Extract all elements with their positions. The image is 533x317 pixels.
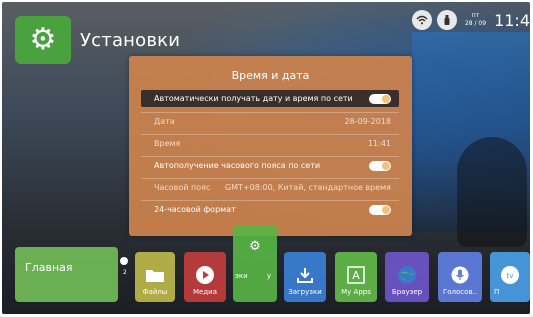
media-tile[interactable]: Медиа bbox=[184, 252, 226, 302]
time-value: 11:41 bbox=[367, 139, 391, 148]
my-apps-tile[interactable]: A My Apps bbox=[335, 252, 377, 302]
dialog-title: Время и дата bbox=[231, 69, 310, 82]
tv-screen: ⚙ Установки пт 28 / 09 11:4 Время и дата… bbox=[2, 2, 530, 314]
svg-text:tv: tv bbox=[507, 272, 514, 280]
files-tile[interactable]: Файлы bbox=[135, 252, 175, 302]
row-label: Автоматически получать дату и время по с… bbox=[154, 94, 353, 103]
auto-date-time-toggle[interactable] bbox=[369, 93, 391, 104]
voice-tile[interactable]: Голосов.. bbox=[438, 252, 482, 302]
tile-label: Загрузки bbox=[288, 288, 322, 296]
settings-launcher-tile[interactable]: ⚙ эки у bbox=[233, 225, 277, 302]
clock: 11:4 bbox=[494, 10, 530, 30]
24-hour-format-row[interactable]: 24-часовой формат bbox=[141, 201, 399, 218]
row-label: Часовой пояс bbox=[154, 183, 211, 192]
tile-label: П bbox=[494, 288, 500, 296]
browser-tile[interactable]: Браузер bbox=[385, 252, 429, 302]
settings-tile[interactable]: ⚙ bbox=[15, 16, 71, 64]
downloads-tile[interactable]: Загрузки bbox=[284, 252, 326, 302]
gear-icon: ⚙ bbox=[29, 22, 57, 57]
row-label: Время bbox=[154, 139, 181, 148]
24-hour-format-toggle[interactable] bbox=[369, 204, 391, 215]
auto-date-time-row[interactable]: Автоматически получать дату и время по с… bbox=[141, 90, 399, 107]
date-display: пт 28 / 09 bbox=[465, 12, 486, 28]
date-text: 28 / 09 bbox=[464, 20, 487, 27]
wifi-icon bbox=[411, 10, 432, 30]
row-label: Дата bbox=[154, 117, 175, 126]
microphone-icon bbox=[449, 264, 471, 286]
auto-timezone-row[interactable]: Автополучение часового пояса по сети bbox=[141, 157, 399, 174]
weekday-text: пт bbox=[471, 12, 480, 19]
tile-label: Голосов.. bbox=[442, 288, 477, 296]
auto-timezone-toggle[interactable] bbox=[369, 160, 391, 171]
svg-text:A: A bbox=[352, 269, 360, 282]
play-icon bbox=[194, 264, 216, 286]
status-bar: пт 28 / 09 11:4 bbox=[411, 9, 530, 31]
date-value: 28-09-2018 bbox=[344, 117, 392, 126]
timezone-value: GMT+08:00, Китай, стандартное время bbox=[224, 183, 391, 192]
date-time-dialog: Время и дата Автоматически получать дату… bbox=[129, 56, 412, 236]
usb-icon bbox=[436, 10, 457, 30]
row-label: 24-часовой формат bbox=[154, 205, 236, 214]
home-label: Главная bbox=[25, 261, 73, 274]
page-number: 2 bbox=[123, 269, 127, 276]
timezone-row[interactable]: Часовой пояс GMT+08:00, Китай, стандартн… bbox=[141, 179, 399, 196]
tile-label: Браузер bbox=[391, 288, 423, 296]
tile-label: Файлы bbox=[142, 288, 168, 296]
date-row[interactable]: Дата 28-09-2018 bbox=[141, 113, 399, 130]
tile-label-suffix: у bbox=[266, 272, 271, 280]
tile-label: My Apps bbox=[341, 288, 371, 296]
tile-label: эки bbox=[235, 272, 248, 280]
folder-icon bbox=[144, 264, 166, 286]
row-label: Автополучение часового пояса по сети bbox=[154, 161, 321, 170]
globe-icon bbox=[396, 264, 418, 286]
time-row[interactable]: Время 11:41 bbox=[141, 135, 399, 152]
tv-icon: tv bbox=[499, 264, 521, 286]
home-tile[interactable]: Главная bbox=[15, 247, 118, 302]
download-icon bbox=[294, 264, 316, 286]
tile-label: Медиа bbox=[192, 288, 218, 296]
tv-tile[interactable]: tv П bbox=[490, 252, 530, 302]
page-indicator-dot bbox=[120, 257, 128, 265]
apps-icon: A bbox=[345, 264, 367, 286]
page-title: Установки bbox=[80, 30, 181, 51]
gear-icon: ⚙ bbox=[249, 238, 261, 254]
